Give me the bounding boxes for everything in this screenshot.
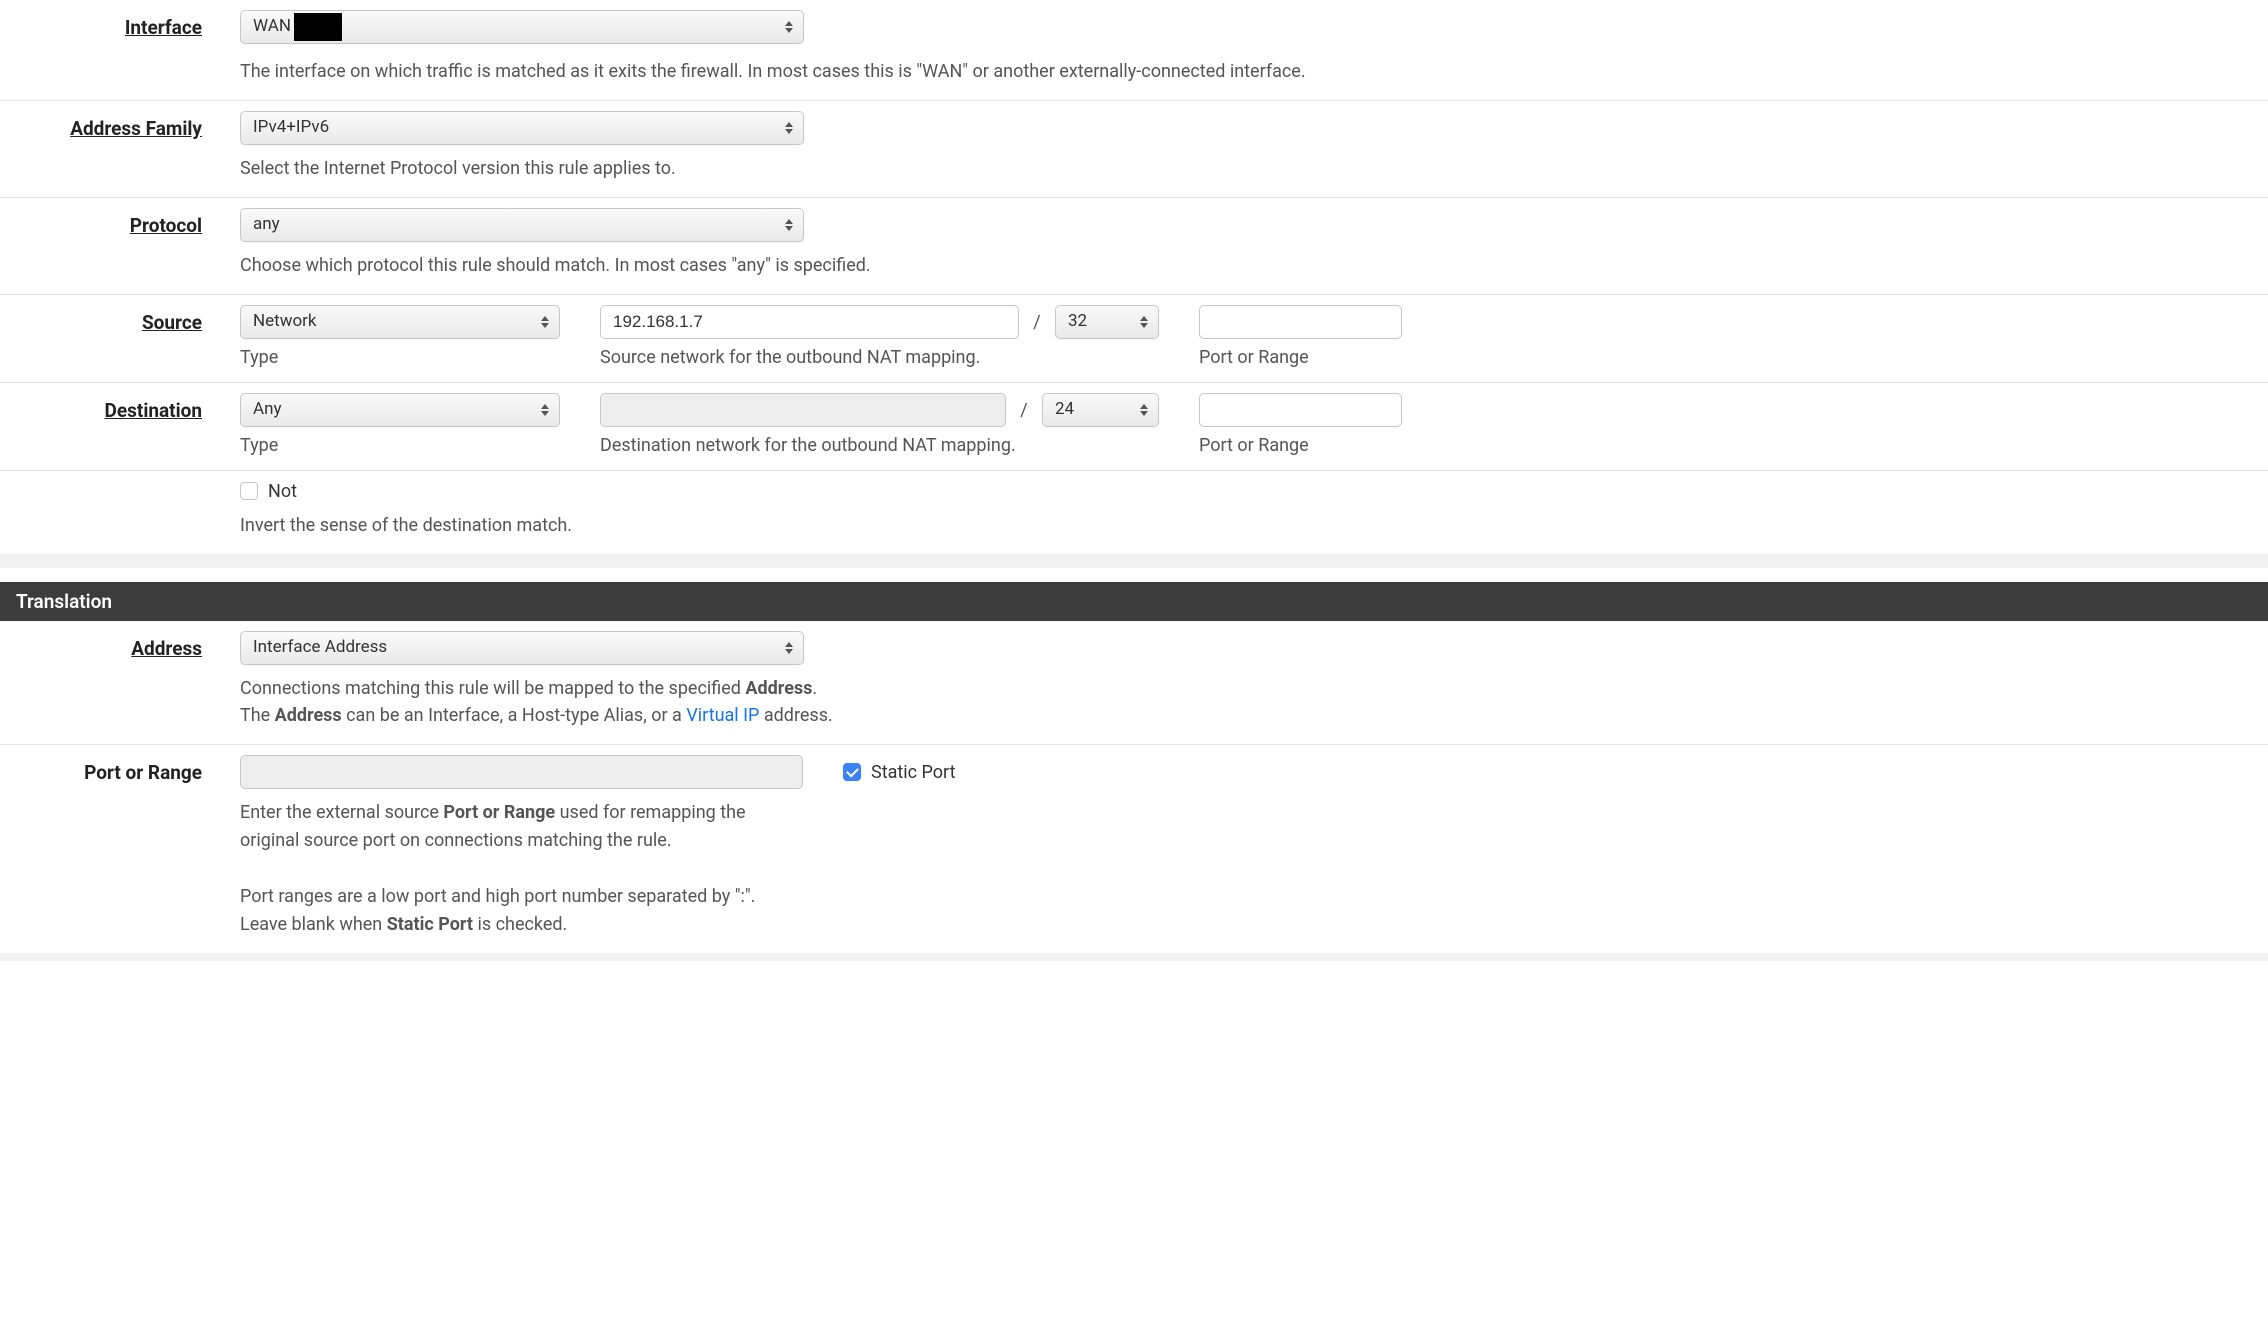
source-network-sublabel: Source network for the outbound NAT mapp… (600, 347, 1159, 368)
label-text-translation-port: Port or Range (84, 761, 202, 784)
destination-port-sublabel: Port or Range (1199, 435, 1402, 456)
destination-network-input (600, 393, 1006, 427)
translation-address-help: Connections matching this rule will be m… (240, 675, 2268, 731)
translation-address-select[interactable]: Interface Address (240, 631, 804, 665)
chevron-updown-icon (783, 120, 795, 136)
static-port-checkbox[interactable] (843, 763, 861, 781)
chevron-updown-icon (539, 402, 551, 418)
section-translation: Translation (0, 582, 2268, 621)
row-address-family: Address Family IPv4+IPv6 Select the Inte… (0, 101, 2268, 198)
destination-mask-select[interactable]: 24 (1042, 393, 1159, 427)
label-destination: Destination (0, 393, 240, 456)
label-interface: Interface (0, 10, 240, 86)
label-text-translation-address: Address (131, 637, 202, 660)
translation-address-select-value: Interface Address (241, 632, 803, 664)
source-type-select-value: Network (241, 306, 559, 338)
chevron-updown-icon (783, 640, 795, 656)
row-interface: Interface WAN The interface on which tra… (0, 0, 2268, 101)
interface-help: The interface on which traffic is matche… (240, 58, 2268, 86)
chevron-updown-icon (783, 217, 795, 233)
source-type-select[interactable]: Network (240, 305, 560, 339)
row-translation-port: Port or Range Static Port Enter the exte… (0, 745, 2268, 952)
chevron-updown-icon (1138, 314, 1150, 330)
source-network-input[interactable] (600, 305, 1019, 339)
protocol-select[interactable]: any (240, 208, 804, 242)
label-text-source: Source (142, 311, 202, 334)
chevron-updown-icon (539, 314, 551, 330)
row-not: Not Invert the sense of the destination … (0, 471, 2268, 554)
not-checkbox-label: Not (268, 481, 297, 502)
not-checkbox-wrap[interactable]: Not (240, 481, 2268, 502)
translation-port-help: Enter the external source Port or Range … (240, 799, 800, 938)
destination-network-sublabel: Destination network for the outbound NAT… (600, 435, 1159, 456)
source-mask-select[interactable]: 32 (1055, 305, 1159, 339)
destination-port-input[interactable] (1199, 393, 1402, 427)
source-port-sublabel: Port or Range (1199, 347, 1402, 368)
translation-port-input (240, 755, 803, 789)
destination-type-select[interactable]: Any (240, 393, 560, 427)
label-text-interface: Interface (125, 16, 202, 39)
row-source: Source Network / 32 Type Source network … (0, 295, 2268, 383)
label-text-destination: Destination (105, 399, 202, 422)
virtual-ip-link[interactable]: Virtual IP (686, 705, 759, 726)
label-text-address-family: Address Family (70, 117, 202, 140)
not-help: Invert the sense of the destination matc… (240, 512, 2268, 540)
chevron-updown-icon (1138, 402, 1150, 418)
protocol-select-value: any (241, 209, 803, 241)
chevron-updown-icon (783, 19, 795, 35)
row-destination: Destination Any / 24 Type Destination ne… (0, 383, 2268, 471)
slash-separator: / (1019, 312, 1055, 333)
not-checkbox[interactable] (240, 482, 258, 500)
redacted-block (294, 13, 342, 41)
static-port-checkbox-wrap[interactable]: Static Port (843, 762, 955, 783)
label-translation-address: Address (0, 631, 240, 731)
slash-separator: / (1006, 400, 1042, 421)
label-source: Source (0, 305, 240, 368)
source-port-input[interactable] (1199, 305, 1402, 339)
label-address-family: Address Family (0, 111, 240, 183)
row-protocol: Protocol any Choose which protocol this … (0, 198, 2268, 295)
static-port-label: Static Port (871, 762, 955, 783)
destination-type-sublabel: Type (240, 435, 560, 456)
address-family-select[interactable]: IPv4+IPv6 (240, 111, 804, 145)
protocol-help: Choose which protocol this rule should m… (240, 252, 2268, 280)
label-translation-port: Port or Range (0, 755, 240, 938)
row-translation-address: Address Interface Address Connections ma… (0, 621, 2268, 746)
source-type-sublabel: Type (240, 347, 560, 368)
label-text-protocol: Protocol (130, 214, 202, 237)
label-protocol: Protocol (0, 208, 240, 280)
address-family-help: Select the Internet Protocol version thi… (240, 155, 2268, 183)
address-family-select-value: IPv4+IPv6 (241, 112, 803, 144)
destination-type-select-value: Any (241, 394, 559, 426)
